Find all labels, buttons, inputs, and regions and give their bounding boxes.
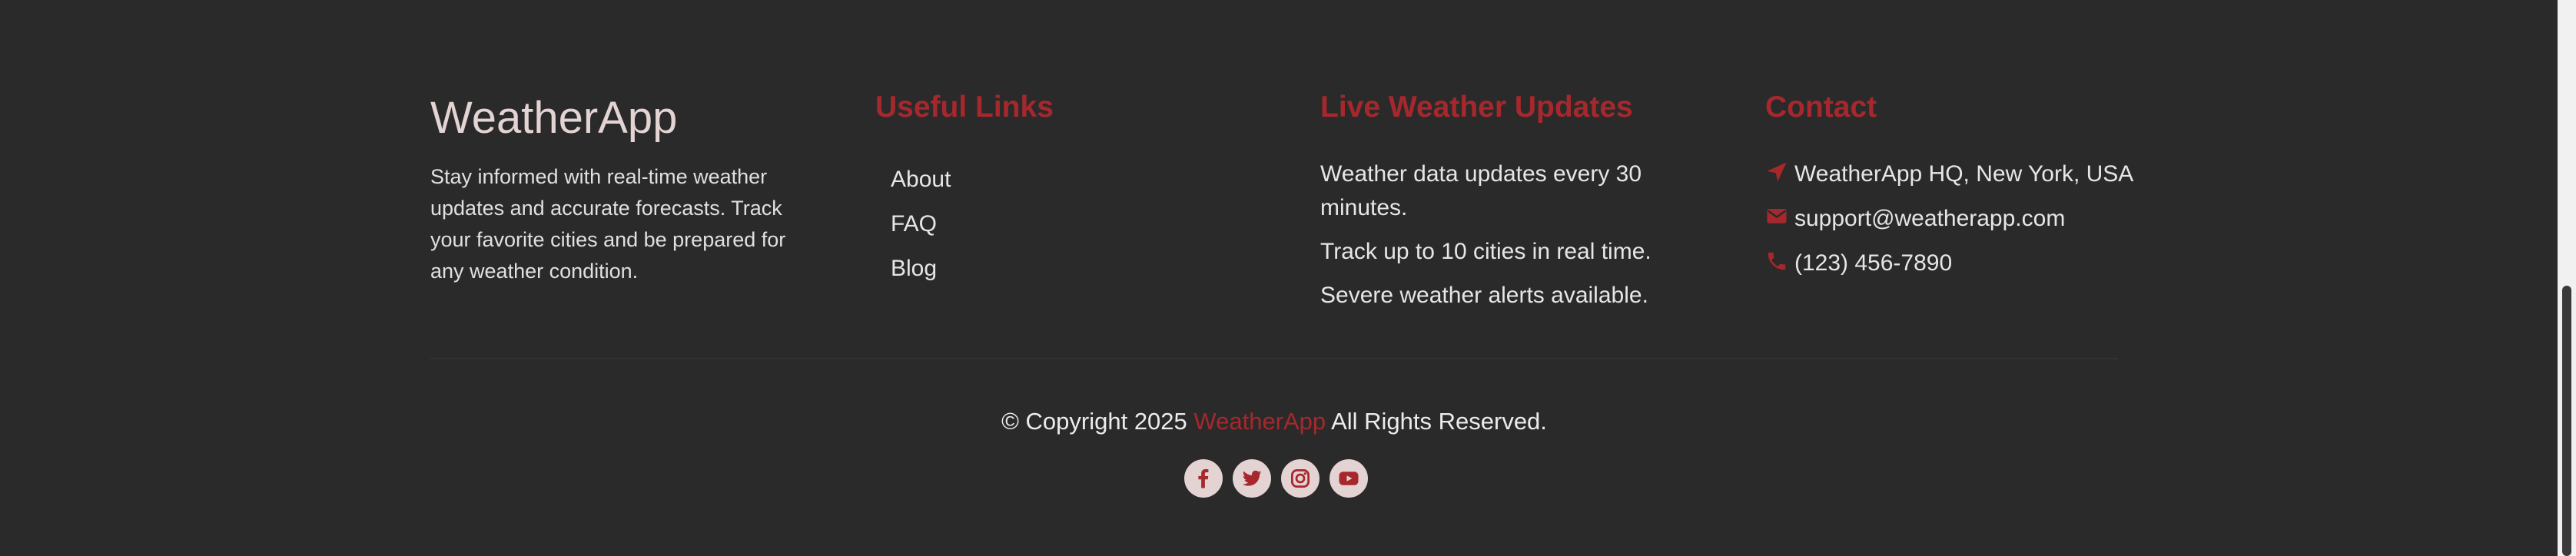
facebook-button[interactable]: [1184, 459, 1223, 498]
twitter-icon: [1242, 470, 1262, 486]
footer-link-about[interactable]: About: [891, 157, 951, 202]
phone-icon: [1768, 252, 1786, 270]
live-updates-list: Weather data updates every 30 minutes. T…: [1320, 157, 1681, 323]
contact-heading: Contact: [1765, 91, 1877, 124]
youtube-button[interactable]: [1329, 459, 1368, 498]
envelope-icon: [1767, 209, 1787, 223]
instagram-icon: [1291, 469, 1310, 488]
copyright-brand-link[interactable]: WeatherApp: [1193, 408, 1326, 435]
copyright-suffix: All Rights Reserved.: [1331, 408, 1547, 435]
copyright-prefix: © Copyright 2025: [1001, 408, 1187, 435]
contact-phone-text[interactable]: (123) 456-7890: [1794, 247, 1952, 280]
page: WeatherApp Stay informed with real-time …: [0, 0, 2576, 556]
useful-links-heading: Useful Links: [875, 91, 1054, 124]
footer-brand-description: Stay informed with real-time weather upd…: [430, 165, 786, 283]
useful-links-list: About FAQ Blog: [891, 157, 951, 291]
contact-email-text[interactable]: support@weatherapp.com: [1794, 202, 2065, 236]
location-arrow-icon: [1767, 162, 1787, 182]
footer-link-blog[interactable]: Blog: [891, 247, 951, 291]
live-update-item: Weather data updates every 30 minutes.: [1320, 161, 1642, 220]
footer-brand-title[interactable]: WeatherApp: [430, 91, 677, 146]
contact-address-text: WeatherApp HQ, New York, USA: [1794, 161, 2134, 187]
site-footer: WeatherApp Stay informed with real-time …: [430, 0, 2133, 556]
instagram-button[interactable]: [1281, 459, 1320, 498]
twitter-button[interactable]: [1233, 459, 1271, 498]
footer-link-faq[interactable]: FAQ: [891, 202, 951, 247]
live-update-item: Track up to 10 cities in real time.: [1320, 239, 1651, 264]
live-updates-heading: Live Weather Updates: [1320, 91, 1633, 124]
social-links: [1184, 459, 1378, 498]
live-update-item: Severe weather alerts available.: [1320, 283, 1648, 308]
page-scrollbar[interactable]: [2558, 0, 2576, 556]
copyright-notice: © Copyright 2025 WeatherApp All Rights R…: [430, 405, 2118, 439]
scrollbar-thumb[interactable]: [2562, 286, 2571, 556]
youtube-icon: [1339, 472, 1359, 485]
footer-divider: [430, 358, 2118, 359]
facebook-icon: [1198, 468, 1209, 488]
